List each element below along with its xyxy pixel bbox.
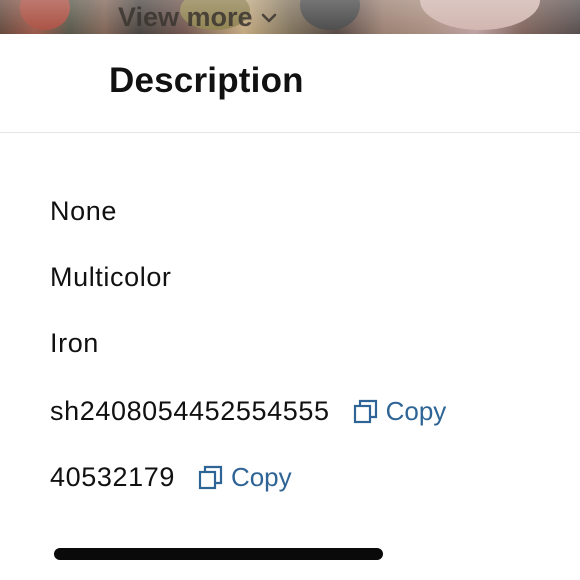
chevron-down-icon	[261, 13, 276, 22]
screen: View more Description None Multicolor Ir…	[0, 0, 580, 580]
copy-label: Copy	[230, 462, 292, 492]
copy-button[interactable]: Copy	[352, 396, 447, 427]
detail-row: 40532179 Copy	[50, 462, 292, 493]
detail-row: sh2408054452554555 Copy	[50, 396, 446, 427]
detail-value: Iron	[50, 328, 99, 358]
detail-value: 40532179	[50, 462, 175, 492]
page-title: Description	[109, 61, 304, 100]
detail-row: None	[50, 198, 117, 225]
copy-icon	[353, 399, 377, 423]
copy-label: Copy	[385, 396, 447, 426]
detail-value: None	[50, 196, 117, 226]
detail-value: sh2408054452554555	[50, 396, 330, 426]
detail-value: Multicolor	[50, 262, 172, 292]
detail-row: Iron	[50, 330, 99, 357]
home-indicator[interactable]	[54, 548, 383, 560]
detail-row: Multicolor	[50, 264, 172, 291]
product-photo-strip: View more	[0, 0, 580, 34]
view-more-button[interactable]: View more	[118, 4, 277, 31]
copy-button[interactable]: Copy	[197, 462, 292, 493]
view-more-label: View more	[118, 2, 253, 32]
description-header: Description	[0, 34, 580, 133]
copy-icon	[198, 465, 223, 489]
